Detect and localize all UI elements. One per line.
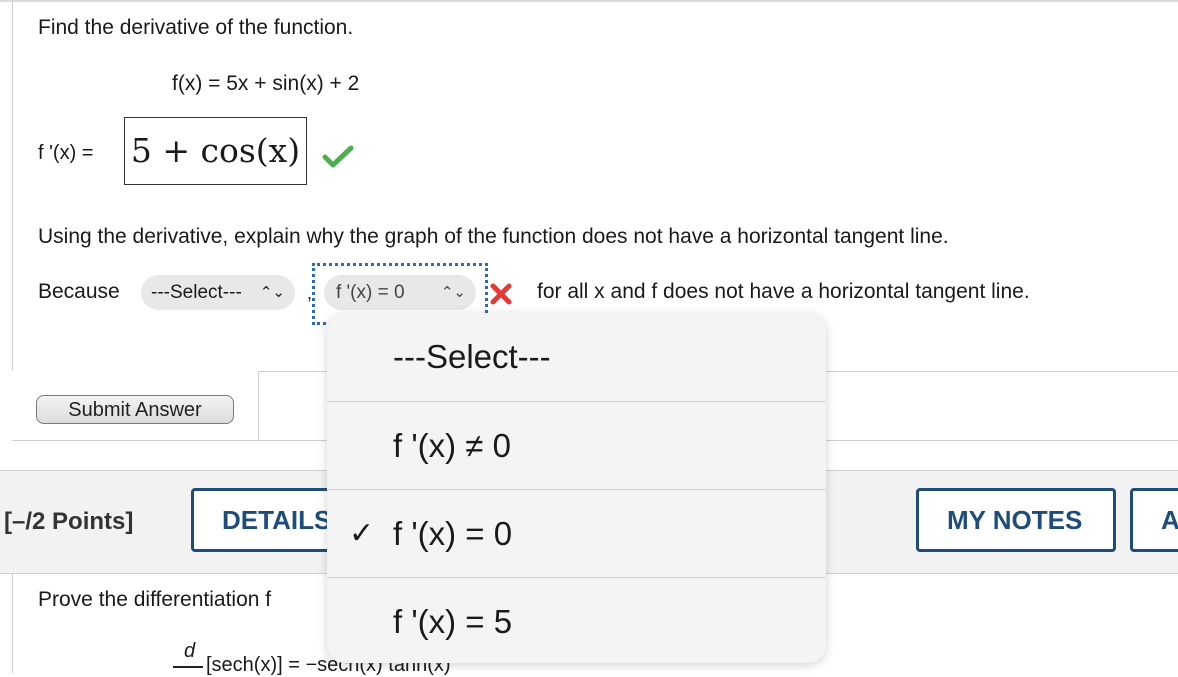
incorrect-x-icon (490, 283, 512, 305)
ask-teacher-button[interactable]: A (1130, 488, 1178, 552)
my-notes-button[interactable]: MY NOTES (916, 488, 1116, 552)
fraction-bar (173, 666, 203, 668)
points-label: [–/2 Points] (4, 508, 134, 535)
dropdown-option-not-equal-zero[interactable]: f '(x) ≠ 0 (327, 402, 826, 490)
reason-select-1-value: ---Select--- (151, 282, 242, 303)
dropdown-option-select[interactable]: ---Select--- (327, 313, 826, 401)
checkmark-icon: ✓ (349, 517, 375, 550)
reason-select-1[interactable]: ---Select--- ⌃⌄ (141, 275, 295, 310)
dropdown-option-label: f '(x) = 0 (393, 515, 513, 552)
derivative-answer-field[interactable]: 5 + cos(x) (124, 117, 307, 185)
dropdown-option-equal-five[interactable]: f '(x) = 5 (327, 578, 826, 663)
reason-select-2[interactable]: f '(x) = 0 ⌃⌄ (324, 275, 476, 310)
submit-answer-button[interactable]: Submit Answer (36, 395, 234, 424)
updown-chevron-icon: ⌃⌄ (440, 284, 466, 301)
because-label: Because (38, 280, 120, 303)
explain-prompt: Using the derivative, explain why the gr… (38, 225, 949, 248)
correct-check-icon (322, 145, 354, 168)
updown-chevron-icon: ⌃⌄ (259, 284, 285, 301)
select-dropdown-menu: ---Select--- f '(x) ≠ 0 ✓ f '(x) = 0 f '… (327, 313, 826, 663)
conclusion-text: for all x and f does not have a horizont… (537, 280, 1030, 303)
dropdown-option-label: ---Select--- (393, 338, 551, 375)
reason-select-2-value: f '(x) = 0 (336, 282, 405, 303)
derivative-operator-d: d (184, 640, 196, 662)
derivative-label: f '(x) = (38, 142, 94, 164)
dropdown-option-equal-zero[interactable]: ✓ f '(x) = 0 (327, 490, 826, 578)
function-expression: f(x) = 5x + sin(x) + 2 (172, 72, 360, 95)
dropdown-option-label: f '(x) ≠ 0 (393, 427, 511, 464)
question-instruction: Find the derivative of the function. (38, 16, 354, 39)
question-2-instruction: Prove the differentiation f (38, 588, 272, 611)
dropdown-option-label: f '(x) = 5 (393, 603, 513, 640)
